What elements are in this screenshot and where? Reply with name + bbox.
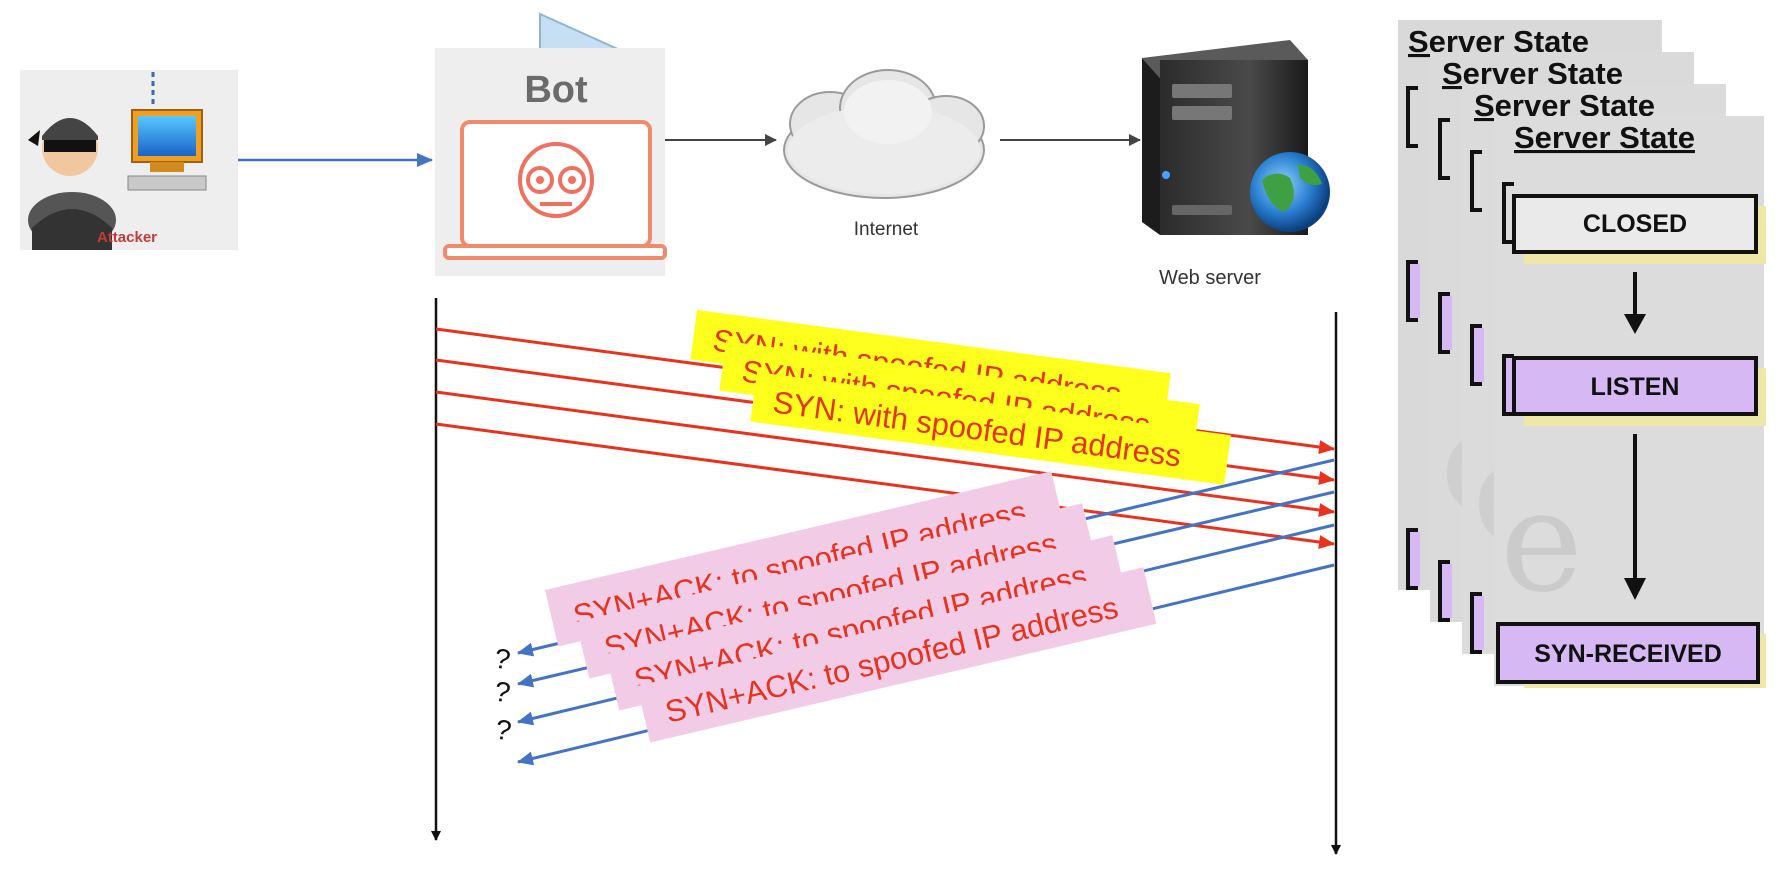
bot-decor-shape	[539, 12, 621, 54]
watermark-e: e	[1500, 461, 1583, 624]
internet-label: Internet	[854, 219, 919, 240]
syn-label-stack: SYN: with spoofed IP address SYN: with s…	[690, 310, 1231, 485]
synack-label-stack: SYN+ACK: to spoofed IP address SYN+ACK: …	[545, 471, 1157, 743]
state-closed-label: CLOSED	[1583, 210, 1687, 238]
question-mark: ?	[492, 675, 513, 708]
attacker-label: Attacker	[97, 229, 157, 246]
state-listen-label: LISTEN	[1591, 373, 1680, 401]
attacker-node: Attacker	[20, 70, 238, 250]
webserver-label: Web server	[1159, 267, 1261, 289]
bot-node: Bot	[435, 12, 667, 276]
webserver-node: Web server	[1142, 40, 1330, 289]
question-mark: ?	[493, 713, 514, 746]
cloud-icon	[783, 69, 985, 199]
state-synreceived-label: SYN-RECEIVED	[1534, 640, 1722, 668]
server-state-panels: Server State Server State e Server State	[1398, 20, 1766, 688]
internet-node: Internet	[783, 69, 985, 240]
syn-flood-diagram: Attacker Bot Internet Web server SYN: wi…	[20, 12, 1766, 855]
globe-icon	[1250, 152, 1330, 232]
server-state-panel-front: Server State e CLOSED LISTEN SYN-RECEIVE…	[1494, 116, 1766, 688]
question-mark: ?	[492, 642, 513, 675]
server-state-title: Server State	[1514, 120, 1695, 155]
bot-laptop-icon	[443, 120, 667, 260]
unknown-recipient-marks: ? ? ?	[492, 642, 514, 746]
bot-label: Bot	[524, 69, 588, 111]
